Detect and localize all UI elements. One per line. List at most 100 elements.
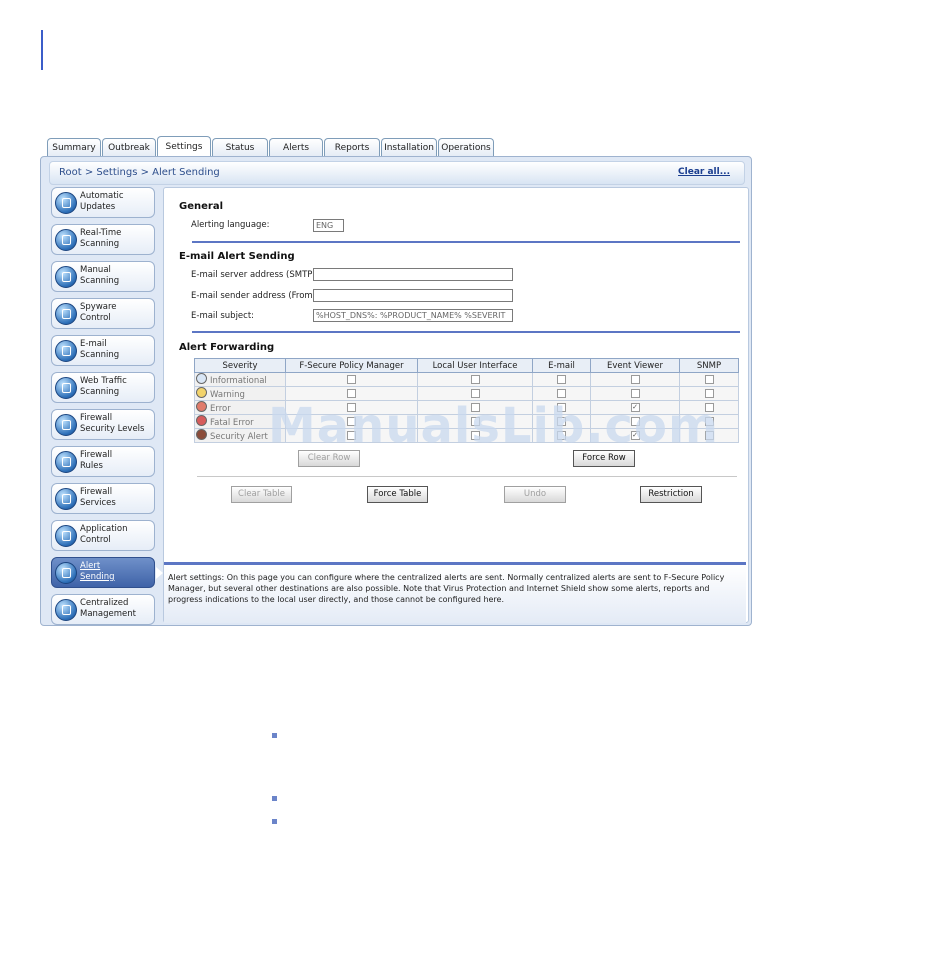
active-arrow-icon xyxy=(156,567,163,579)
centralized-management-icon xyxy=(55,599,77,621)
column-header: Event Viewer xyxy=(590,358,680,373)
email-subject-input[interactable]: %HOST_DNS%: %PRODUCT_NAME% %SEVERIT xyxy=(313,309,513,322)
sidebar-item-manual-scanning[interactable]: Manual Scanning xyxy=(51,261,155,292)
sidebar-item-real-time-scanning[interactable]: Real-Time Scanning xyxy=(51,224,155,255)
fatal-error-icon xyxy=(196,415,207,426)
column-header: F-Secure Policy Manager xyxy=(285,358,418,373)
info-icon xyxy=(196,373,207,384)
severity-label: Error xyxy=(210,404,231,414)
tab-summary[interactable]: Summary xyxy=(47,138,101,157)
security-alert-icon xyxy=(196,429,207,440)
tab-reports[interactable]: Reports xyxy=(324,138,380,157)
sidebar-item-label: Centralized Management xyxy=(80,598,136,619)
sidebar-item-firewall-services[interactable]: Firewall Services xyxy=(51,483,155,514)
restriction-button[interactable]: Restriction xyxy=(640,486,702,503)
error-icon xyxy=(196,401,207,412)
sidebar-item-web-traffic-scanning[interactable]: Web Traffic Scanning xyxy=(51,372,155,403)
spyware-control-icon xyxy=(55,303,77,325)
sidebar-item-firewall-rules[interactable]: Firewall Rules xyxy=(51,446,155,477)
warning-icon xyxy=(196,387,207,398)
checkbox[interactable] xyxy=(704,388,714,398)
tab-installation[interactable]: Installation xyxy=(381,138,437,157)
breadcrumb-bar: Root > Settings > Alert Sending Clear al… xyxy=(49,161,745,185)
table-row: Informational xyxy=(194,372,739,387)
checkbox-cell xyxy=(679,372,739,387)
column-header: E-mail xyxy=(532,358,591,373)
checkbox-cell xyxy=(417,372,533,387)
tab-status[interactable]: Status xyxy=(212,138,268,157)
checkbox[interactable] xyxy=(557,374,566,384)
alert-sending-icon xyxy=(55,562,77,584)
column-header: Local User Interface xyxy=(417,358,533,373)
sidebar-item-email-scanning[interactable]: E-mail Scanning xyxy=(51,335,155,366)
column-header: Severity xyxy=(194,358,286,373)
sidebar-item-label: Firewall Rules xyxy=(80,450,113,471)
checkbox[interactable] xyxy=(347,388,356,398)
sidebar-item-firewall-security-levels[interactable]: Firewall Security Levels xyxy=(51,409,155,440)
sidebar-item-centralized-management[interactable]: Centralized Management xyxy=(51,594,155,625)
sidebar-item-label: Firewall Services xyxy=(80,487,116,508)
checkbox-cell xyxy=(532,372,591,387)
checkbox[interactable] xyxy=(470,374,480,384)
checkbox[interactable] xyxy=(630,388,640,398)
tab-outbreak[interactable]: Outbreak xyxy=(102,138,156,157)
firewall-security-levels-icon xyxy=(55,414,77,436)
watermark: ManualsLib.com xyxy=(268,398,719,454)
manual-scanning-icon xyxy=(55,266,77,288)
sidebar-item-label: E-mail Scanning xyxy=(80,339,120,360)
page-margin-bar xyxy=(41,30,43,70)
sidebar-item-label: Alert Sending xyxy=(80,561,115,582)
automatic-updates-icon xyxy=(55,192,77,214)
app-window: Root > Settings > Alert Sending Clear al… xyxy=(40,156,752,626)
sidebar-item-alert-sending[interactable]: Alert Sending xyxy=(51,557,163,588)
checkbox[interactable] xyxy=(630,374,640,384)
bullet-marker xyxy=(272,796,277,801)
column-header: SNMP xyxy=(679,358,739,373)
sidebar-item-spyware-control[interactable]: Spyware Control xyxy=(51,298,155,329)
sidebar-item-automatic-updates[interactable]: Automatic Updates xyxy=(51,187,155,218)
severity-cell: Informational xyxy=(194,372,286,387)
help-text: Alert settings: On this page you can con… xyxy=(168,573,725,604)
button-separator xyxy=(197,476,737,477)
checkbox-cell xyxy=(590,372,680,387)
clear-table-button[interactable]: Clear Table xyxy=(231,486,292,503)
bullet-marker xyxy=(272,733,277,738)
checkbox[interactable] xyxy=(347,374,356,384)
sender-address-input[interactable] xyxy=(313,289,513,302)
tab-bar: Summary Outbreak Settings Status Alerts Repor… xyxy=(47,136,495,158)
smtp-label: E-mail server address (SMTP): xyxy=(191,270,319,280)
sidebar-item-label: Web Traffic Scanning xyxy=(80,376,127,397)
subject-label: E-mail subject: xyxy=(191,311,255,321)
sender-label: E-mail sender address (From): xyxy=(191,291,319,301)
real-time-scanning-icon xyxy=(55,229,77,251)
tab-operations[interactable]: Operations xyxy=(438,138,494,157)
alert-forwarding-title: Alert Forwarding xyxy=(179,342,275,353)
email-alert-title: E-mail Alert Sending xyxy=(179,251,295,262)
alerting-language-field[interactable]: ENG xyxy=(313,219,344,232)
sidebar-item-label: Manual Scanning xyxy=(80,265,120,286)
severity-label: Fatal Error xyxy=(210,418,254,428)
tab-settings[interactable]: Settings xyxy=(157,136,211,157)
general-title: General xyxy=(179,201,223,212)
smtp-server-input[interactable] xyxy=(313,268,513,281)
force-table-button[interactable]: Force Table xyxy=(367,486,428,503)
email-scanning-icon xyxy=(55,340,77,362)
sidebar-item-label: Automatic Updates xyxy=(80,191,124,212)
checkbox[interactable] xyxy=(704,374,714,384)
severity-label: Informational xyxy=(210,376,267,386)
severity-label: Security Alert xyxy=(210,432,268,442)
undo-button[interactable]: Undo xyxy=(504,486,566,503)
tab-alerts[interactable]: Alerts xyxy=(269,138,323,157)
checkbox[interactable] xyxy=(557,388,566,398)
application-control-icon xyxy=(55,525,77,547)
checkbox[interactable] xyxy=(470,388,480,398)
section-divider xyxy=(192,331,740,333)
clear-all-link[interactable]: Clear all... xyxy=(678,167,730,177)
sidebar: Automatic Updates Real-Time Scanning Manua… xyxy=(51,187,163,631)
sidebar-item-label: Spyware Control xyxy=(80,302,117,323)
alerting-language-label: Alerting language: xyxy=(191,220,270,230)
sidebar-item-label: Real-Time Scanning xyxy=(80,228,122,249)
sidebar-item-application-control[interactable]: Application Control xyxy=(51,520,155,551)
sidebar-item-label: Firewall Security Levels xyxy=(80,413,145,434)
severity-label: Warning xyxy=(210,390,245,400)
